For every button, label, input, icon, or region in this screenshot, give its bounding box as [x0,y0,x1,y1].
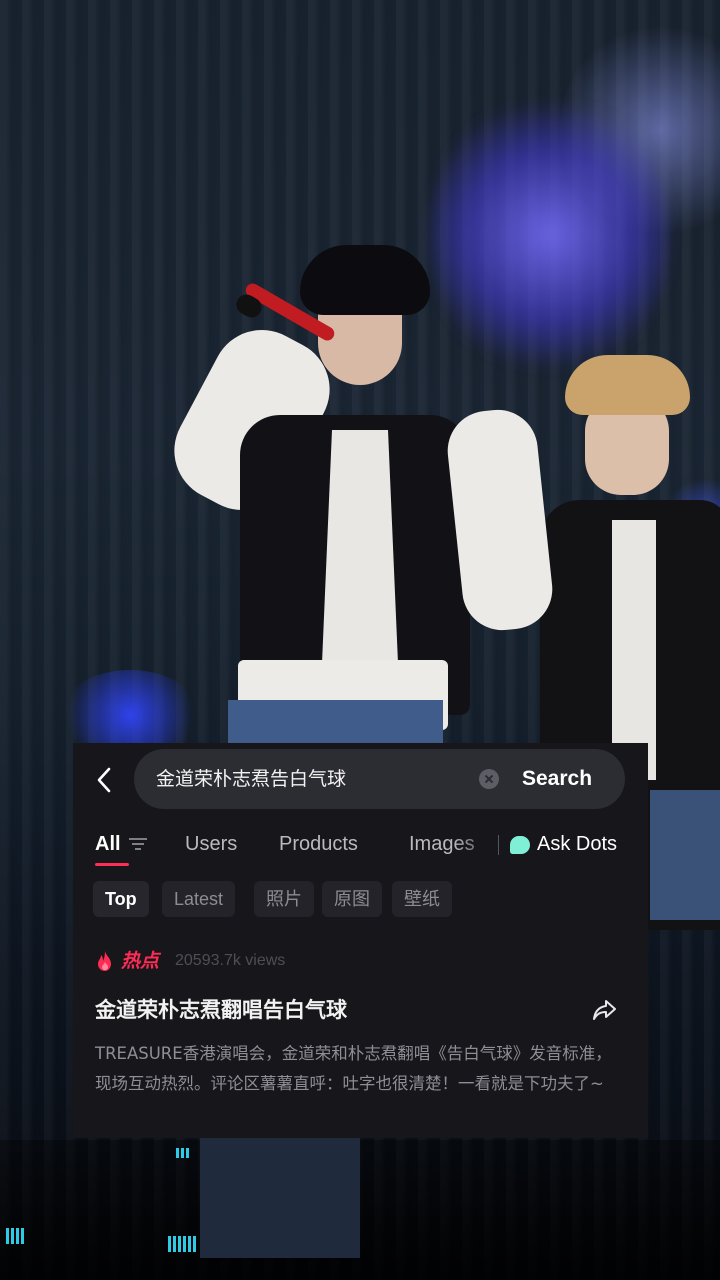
result-title[interactable]: 金道荣朴志焄翻唱告白气球 [95,995,347,1025]
search-bar: 金道荣朴志焄告白气球 Search [73,749,648,811]
filter-icon[interactable] [129,837,147,851]
stage-led [176,1148,190,1158]
result-tabs: All Users Products Images Ask Dots [73,823,648,867]
stage-led [168,1236,198,1252]
chip-wallpaper[interactable]: 壁纸 [392,881,452,917]
tab-products[interactable]: Products [279,823,358,865]
search-query[interactable]: 金道荣朴志焄告白气球 [156,749,346,809]
performer-right-shirt [612,520,656,780]
hot-badge: 热点 [121,950,160,972]
performer-right-jeans [650,790,720,920]
search-input[interactable]: 金道荣朴志焄告白气球 Search [134,749,625,809]
stage-light [430,90,670,380]
tab-label: All [95,833,121,855]
stage-led [6,1228,26,1244]
tab-users[interactable]: Users [185,823,237,865]
chip-original[interactable]: 原图 [322,881,382,917]
active-tab-indicator [95,863,129,866]
tab-label: Users [185,833,238,855]
share-icon[interactable] [591,996,619,1024]
chip-top[interactable]: Top [93,881,149,917]
tab-ask-dots[interactable]: Ask Dots [537,823,617,865]
view-count: 20593.7k views [175,952,286,969]
back-arrow-icon [97,767,111,793]
performer-right-hair [565,355,690,415]
search-result-panel: 金道荣朴志焄告白气球 Search All Users Products Ima… [73,743,648,1138]
chip-latest[interactable]: Latest [162,881,236,917]
tab-label: Products [279,833,358,855]
clear-icon [484,774,494,784]
bottom-shade [0,1140,720,1280]
result-description[interactable]: TREASURE香港演唱会，金道荣和朴志焄翻唱《告白气球》发音标准，现场互动热烈… [95,1039,615,1099]
fire-icon [98,951,111,971]
search-button[interactable]: Search [522,749,592,809]
ask-dots-icon [510,836,530,854]
tab-label: Ask Dots [537,833,618,855]
tab-divider [498,835,499,855]
clear-button[interactable] [479,769,499,789]
back-button[interactable] [87,763,121,797]
tab-all[interactable]: All [95,823,121,865]
performer-legs [200,1138,360,1258]
chip-photos[interactable]: 照片 [254,881,314,917]
performer-left-hair [300,245,430,315]
tabs-fade [453,823,503,867]
